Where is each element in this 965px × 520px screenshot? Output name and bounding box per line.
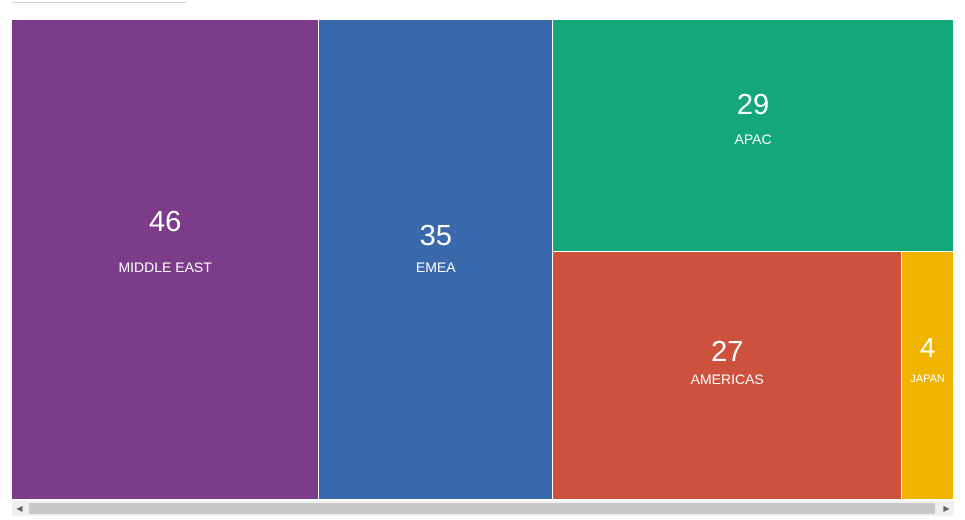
- tile-value-americas: 27: [711, 336, 744, 368]
- tile-label-apac: APAC: [734, 131, 772, 147]
- treemap-tile-emea[interactable]: 35 EMEA: [319, 20, 554, 500]
- treemap-tile-apac[interactable]: 29 APAC: [553, 20, 954, 252]
- scrollbar-thumb[interactable]: [29, 503, 935, 514]
- tile-label-middle-east: MIDDLE EAST: [118, 259, 212, 275]
- tile-label-japan: JAPAN: [910, 373, 945, 385]
- tile-value-japan: 4: [919, 332, 936, 363]
- treemap-chart: 46 MIDDLE EAST 35 EMEA 29 APAC 27 AMERICAS 4 JAPA…: [12, 20, 954, 500]
- treemap-tile-middle-east[interactable]: 46 MIDDLE EAST: [12, 20, 320, 500]
- treemap-tile-japan[interactable]: 4 JAPAN: [902, 252, 954, 500]
- arrow-right-icon[interactable]: ▶: [939, 501, 954, 516]
- arrow-left-icon[interactable]: ◀: [12, 501, 27, 516]
- header-divider: [12, 2, 186, 3]
- tile-label-americas: AMERICAS: [690, 371, 764, 387]
- horizontal-scrollbar[interactable]: ◀ ▶: [12, 501, 954, 516]
- treemap-tile-americas[interactable]: 27 AMERICAS: [553, 252, 903, 500]
- tile-value-middle-east: 46: [149, 206, 182, 238]
- page: 46 MIDDLE EAST 35 EMEA 29 APAC 27 AMERICAS 4 JAPA…: [0, 0, 965, 520]
- tile-value-emea: 35: [419, 220, 452, 252]
- tile-value-apac: 29: [736, 89, 770, 121]
- tile-label-emea: EMEA: [415, 259, 456, 275]
